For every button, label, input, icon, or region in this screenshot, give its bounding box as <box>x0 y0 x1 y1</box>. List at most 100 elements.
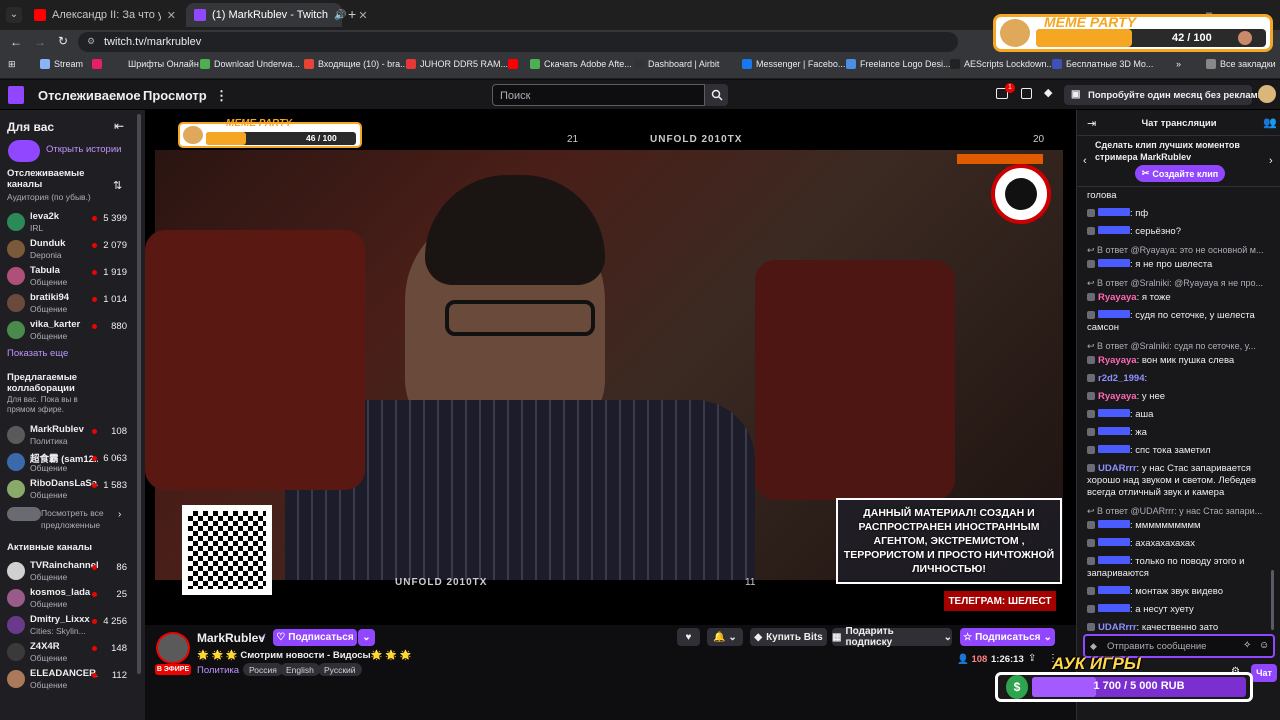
chat-username[interactable] <box>1098 226 1130 234</box>
twitch-logo-icon[interactable] <box>8 86 24 104</box>
bookmark-item[interactable]: Dashboard | Airbit <box>634 59 719 69</box>
chat-username[interactable]: UDARrrr <box>1098 622 1137 633</box>
nav-browse[interactable]: Просмотр <box>143 88 207 103</box>
sparkle-icon[interactable]: ✧ <box>1243 640 1251 651</box>
sidebar-channel[interactable]: RiboDansLaSa... Общение 1 583 <box>0 477 145 503</box>
chat-username[interactable] <box>1098 208 1130 216</box>
follow-button[interactable]: ♡ Подписаться <box>273 629 357 646</box>
sidebar-channel[interactable]: ELEADANCER_ Общение 112 <box>0 667 145 693</box>
sidebar-channel[interactable]: MarkRublev Политика 108 <box>0 423 145 449</box>
stories-avatar[interactable] <box>8 140 40 162</box>
promo-button[interactable]: ▣ Попробуйте один месяц без рекламы <box>1064 85 1266 105</box>
see-all-suggested[interactable]: Посмотреть все предложенные <box>41 507 116 531</box>
more-bookmarks-icon[interactable]: » <box>1176 59 1181 69</box>
sidebar-channel[interactable]: kosmos_lada Общение 25 <box>0 586 145 612</box>
chat-username[interactable] <box>1098 538 1130 546</box>
bookmark-item[interactable]: Бесплатные 3D Mo... <box>1052 59 1153 69</box>
bookmark-item[interactable]: Download Underwa... <box>200 59 300 69</box>
crown-icon[interactable]: ◆ <box>1044 86 1052 99</box>
chat-username[interactable] <box>1098 409 1130 417</box>
gift-sub-button[interactable]: ▦ Подарить подписку ⌄ <box>832 626 952 648</box>
site-info-icon[interactable]: ⚙ <box>87 36 95 47</box>
reload-button[interactable]: ↻ <box>58 34 68 48</box>
speaker-icon[interactable]: 🔊 <box>334 10 346 21</box>
browser-tab-active[interactable]: (1) MarkRublev - Twitch 🔊 ✕ <box>186 3 368 27</box>
bookmark-item[interactable]: Freelance Logo Desi... <box>846 59 951 69</box>
create-clip-button[interactable]: ✂ Создайте клип <box>1135 165 1225 182</box>
bookmark-item[interactable]: Скачать Adobe Afte... <box>530 59 632 69</box>
tab-search-icon[interactable]: ⌄ <box>6 7 22 23</box>
sidebar-channel[interactable]: bratiki94 Общение 1 014 <box>0 291 145 317</box>
heart-button[interactable]: ♥ <box>677 628 700 646</box>
close-icon[interactable]: ✕ <box>358 9 367 22</box>
avatar[interactable] <box>1258 85 1276 103</box>
category-link[interactable]: Политика <box>197 665 239 676</box>
chevron-right-icon[interactable]: › <box>118 509 121 520</box>
chat-send-button[interactable]: Чат <box>1251 664 1277 682</box>
chat-username[interactable] <box>1098 259 1130 267</box>
chevron-left-icon[interactable]: ‹ <box>1083 155 1087 167</box>
collapse-icon[interactable]: ⇤ <box>114 119 124 133</box>
users-icon[interactable]: 👥 <box>1263 116 1277 129</box>
bookmark-item[interactable]: Шрифты Онлайн <box>128 59 199 69</box>
close-icon[interactable]: ✕ <box>167 9 176 22</box>
chat-scrollbar[interactable] <box>1271 570 1274 630</box>
sidebar-channel[interactable]: Z4X4R Общение 148 <box>0 640 145 666</box>
sidebar-scrollbar[interactable] <box>137 114 141 674</box>
chat-username[interactable] <box>1098 445 1130 453</box>
chat-username[interactable]: Ryayaya <box>1098 355 1137 366</box>
chat-username[interactable]: r2d2_1994 <box>1098 373 1144 384</box>
subscribe-button[interactable]: ☆ Подписаться ⌄ <box>960 628 1055 646</box>
emote-icon[interactable]: ☺ <box>1259 640 1269 651</box>
bookmark-item[interactable] <box>508 59 518 69</box>
chat-username[interactable] <box>1098 427 1130 435</box>
bookmark-item[interactable]: AEScripts Lockdown... <box>950 59 1054 69</box>
tag[interactable]: Русский <box>318 663 362 676</box>
follow-options-button[interactable]: ⌄ <box>358 629 375 646</box>
more-icon[interactable]: ⋮ <box>215 88 228 104</box>
browser-tab[interactable]: Александр II: За что убили им ✕ <box>26 3 184 27</box>
bookmark-item[interactable] <box>92 59 102 69</box>
bookmark-item[interactable]: JUHOR DDR5 RAM... <box>406 59 508 69</box>
sidebar-channel[interactable]: Dunduk Deponia 2 079 <box>0 237 145 263</box>
bookmark-item[interactable]: Stream <box>40 59 83 69</box>
forward-button[interactable]: → <box>34 35 46 49</box>
bookmark-item[interactable]: Входящие (10) - bra... <box>304 59 408 69</box>
bits-icon[interactable]: ◆ <box>1090 641 1097 652</box>
share-icon[interactable]: ⇪ <box>1028 653 1036 664</box>
chat-username[interactable] <box>1098 556 1130 564</box>
show-more-link[interactable]: Показать еще <box>7 348 68 359</box>
search-button[interactable] <box>705 84 728 106</box>
new-tab-button[interactable]: + <box>348 6 356 22</box>
tag[interactable]: Россия <box>243 663 283 676</box>
open-stories-link[interactable]: Открыть истории <box>46 144 121 155</box>
all-bookmarks[interactable]: Все закладки <box>1206 59 1276 69</box>
channel-avatar[interactable] <box>156 632 190 664</box>
sidebar-channel[interactable]: 超食霸 (sam12... Общение 6 063 <box>0 450 145 476</box>
tag[interactable]: English <box>280 663 320 676</box>
sidebar-channel[interactable]: Dmitry_Lixxx Cities: Skylin... 4 256 <box>0 613 145 639</box>
chat-username[interactable] <box>1098 604 1130 612</box>
search-input[interactable]: Поиск <box>492 84 705 106</box>
buy-bits-button[interactable]: ◆ Купить Bits <box>750 628 827 646</box>
chat-username[interactable] <box>1098 310 1130 318</box>
sidebar-channel[interactable]: leva2k IRL 5 399 <box>0 210 145 236</box>
chat-username[interactable]: Ryayaya <box>1098 292 1137 303</box>
back-button[interactable]: ← <box>10 35 22 49</box>
whispers-icon[interactable] <box>1021 88 1032 99</box>
channel-name[interactable]: MarkRublev <box>197 631 265 645</box>
bookmark-item[interactable]: Messenger | Facebo... <box>742 59 845 69</box>
video-frame[interactable]: ДАННЫЙ МАТЕРИАЛ! СОЗДАН И РАСПРОСТРАНЕН … <box>145 150 1063 588</box>
sidebar-channel[interactable]: vika_karter Общение 880 <box>0 318 145 344</box>
chat-username[interactable] <box>1098 586 1130 594</box>
sidebar-channel[interactable]: Tabula Общение 1 919 <box>0 264 145 290</box>
apps-icon[interactable]: ⊞ <box>8 59 16 70</box>
chat-username[interactable] <box>1098 520 1130 528</box>
address-bar[interactable]: ⚙ twitch.tv/markrublev <box>78 32 958 52</box>
sidebar-channel[interactable]: TVRainchannel Общение 86 <box>0 559 145 585</box>
chevron-right-icon[interactable]: › <box>1269 155 1273 167</box>
sort-icon[interactable]: ⇅ <box>113 179 122 192</box>
nav-following[interactable]: Отслеживаемое <box>38 88 141 103</box>
chat-username[interactable]: Ryayaya <box>1098 391 1137 402</box>
notification-bell-button[interactable]: 🔔 ⌄ <box>707 628 743 646</box>
